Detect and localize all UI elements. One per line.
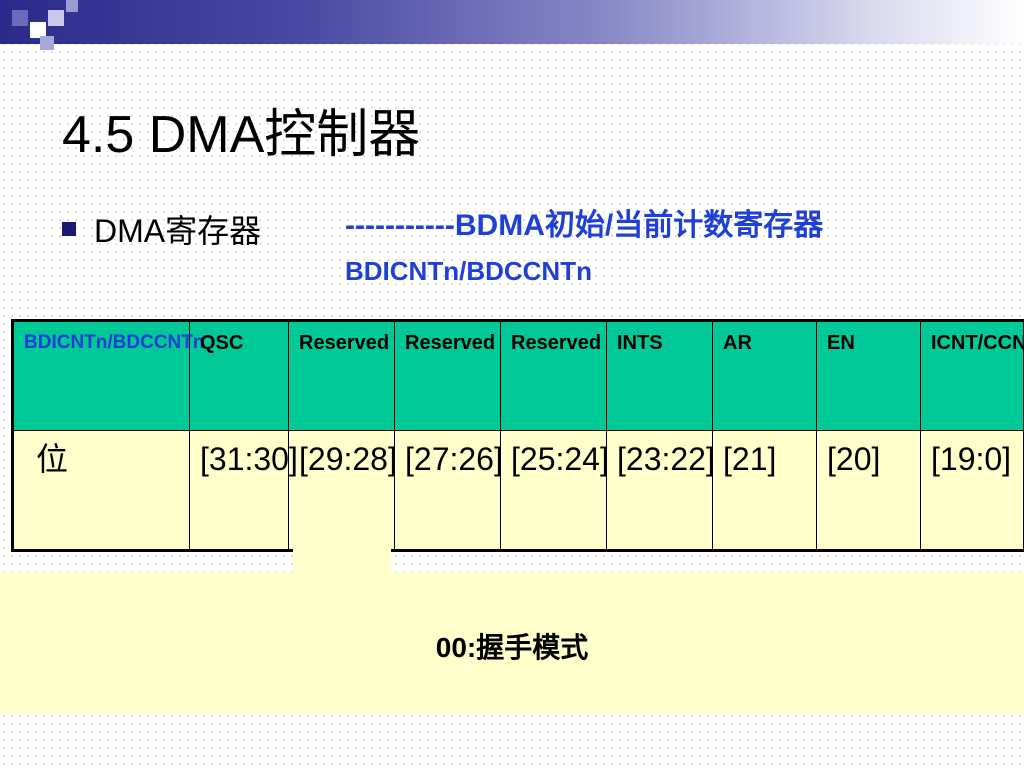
field-name-row: BDICNTn/BDCCNTn QSC Reserved Reserved Re… [12, 320, 1024, 431]
header-cell: Reserved [394, 320, 501, 431]
callout-text: 00:握手模式 [435, 632, 589, 663]
header-cell: EN [816, 320, 921, 431]
header-cell: AR [712, 320, 817, 431]
decor-square [12, 10, 28, 26]
header-cell: ICNT/CCNT [920, 320, 1024, 431]
slide-title: 4.5 DMA控制器 [62, 106, 421, 164]
header-cell: BDICNTn/BDCCNTn [12, 320, 204, 431]
bit-cell: [20] [816, 430, 921, 551]
header-cell: Reserved [500, 320, 607, 431]
bit-cell: [27:26] [394, 430, 503, 551]
bit-cell: [19:0] [920, 430, 1024, 551]
register-description: -----------BDMA初始/当前计数寄存器 [345, 209, 824, 242]
bullet-text: DMA寄存器 [94, 213, 262, 249]
header-cell: QSC [189, 320, 289, 431]
decor-square [66, 0, 78, 12]
bullet-square-icon [62, 222, 76, 236]
register-bit-table: BDICNTn/BDCCNTn QSC Reserved Reserved Re… [11, 319, 1024, 552]
decor-square [40, 36, 54, 50]
bit-cell: [31:30] [189, 430, 298, 551]
bullet-item: DMA寄存器 [62, 206, 261, 252]
register-name: BDICNTn/BDCCNTn [345, 256, 592, 286]
bit-cell: [23:22] [606, 430, 715, 551]
bit-cell: [25:24] [500, 430, 609, 551]
bit-cell: [29:28] [288, 430, 397, 551]
bit-cell: [21] [712, 430, 817, 551]
decor-square [48, 10, 64, 26]
bit-range-row: 位 [31:30] [29:28] [27:26] [25:24] [23:22… [12, 430, 1024, 551]
bit-cell: 位 [12, 430, 190, 551]
header-cell: INTS [606, 320, 713, 431]
top-banner [0, 0, 1024, 44]
header-cell: Reserved [288, 320, 395, 431]
